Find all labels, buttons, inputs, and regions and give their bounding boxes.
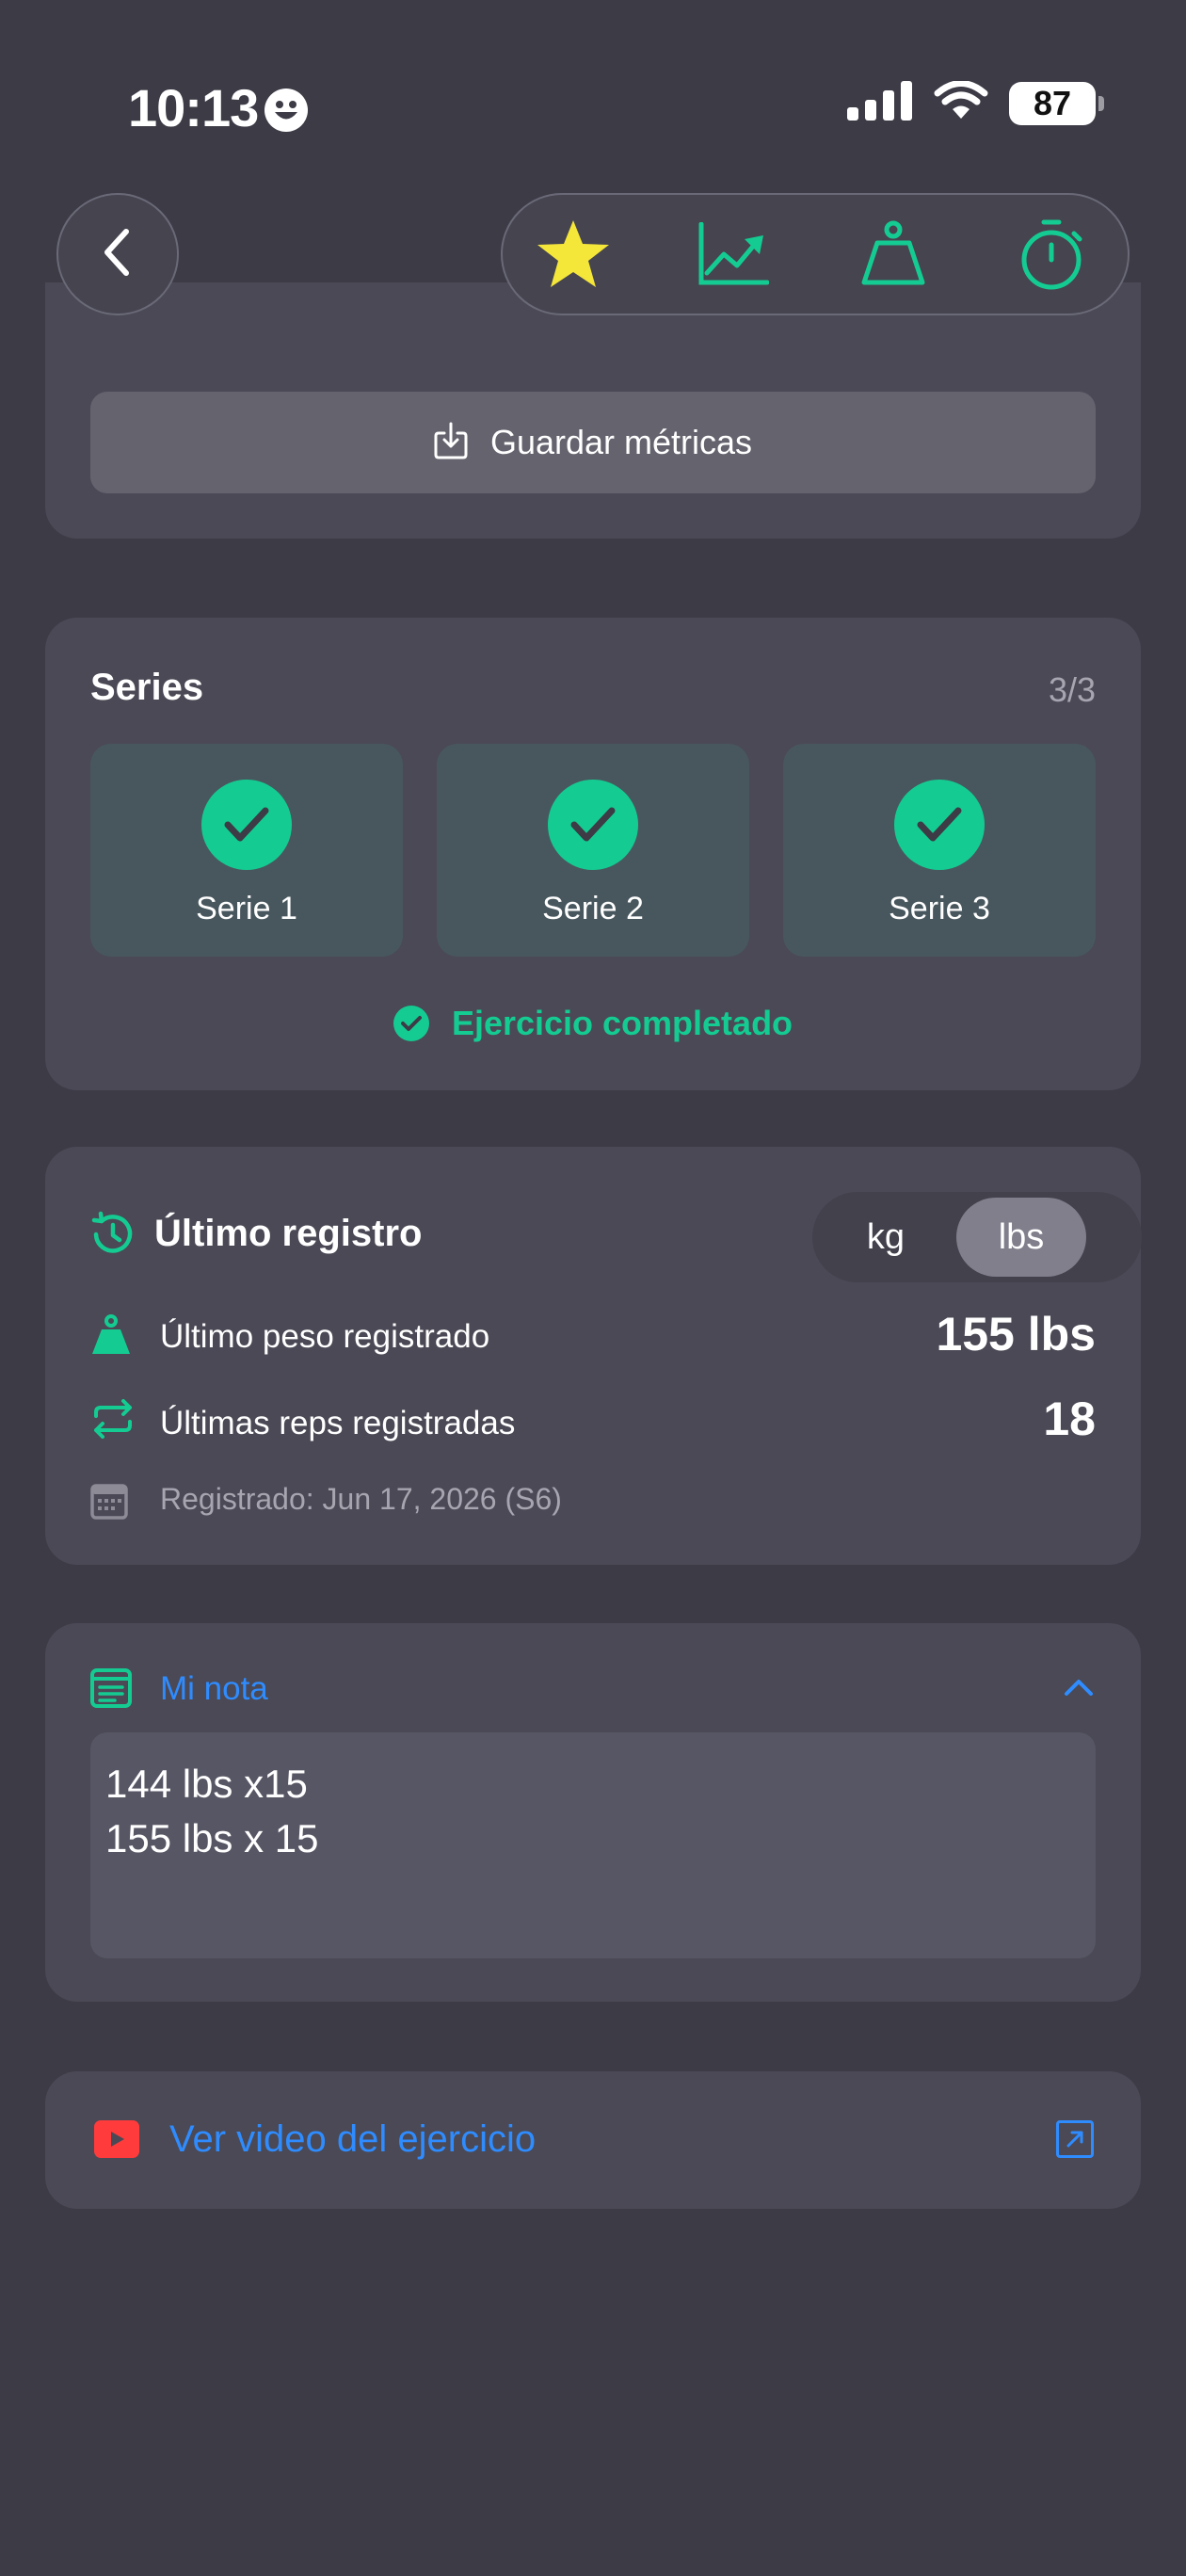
series-title: Series	[90, 667, 204, 708]
check-icon	[201, 780, 292, 870]
save-metrics-label: Guardar métricas	[489, 423, 753, 461]
last-weight-label: Último peso registrado	[160, 1318, 490, 1355]
completed-label: Ejercicio completado	[451, 1004, 793, 1042]
timer-button[interactable]	[1011, 216, 1092, 297]
favorite-button[interactable]	[533, 216, 614, 297]
series-label: Serie 3	[889, 891, 990, 926]
timer-icon	[1018, 218, 1085, 295]
note-line: 155 lbs x 15	[105, 1816, 319, 1860]
last-record-title: Último registro	[154, 1213, 423, 1254]
star-icon	[536, 218, 611, 295]
status-bar: 10:13 87	[0, 0, 1186, 188]
status-time: 10:13	[128, 78, 259, 137]
note-line: 144 lbs x15	[105, 1762, 308, 1806]
series-count: 3/3	[1048, 670, 1096, 709]
series-item-1[interactable]: Serie 1	[90, 744, 403, 957]
unit-kg-option[interactable]: kg	[812, 1192, 959, 1282]
last-reps-label: Últimas reps registradas	[160, 1405, 516, 1441]
chevron-up-icon[interactable]	[1064, 1678, 1094, 1701]
note-card: Mi nota 144 lbs x15 155 lbs x 15	[45, 1623, 1141, 2002]
note-icon	[90, 1668, 132, 1713]
series-label: Serie 1	[196, 891, 297, 926]
weight-button[interactable]	[853, 216, 934, 297]
youtube-icon	[94, 2120, 139, 2158]
series-card: Series 3/3 Serie 1 Serie 2 Serie 3 Ejerc…	[45, 618, 1141, 1090]
last-record-card: Último registro kg lbs Último peso regis…	[45, 1147, 1142, 1565]
check-icon	[894, 780, 985, 870]
battery-level: 87	[1033, 83, 1072, 122]
series-item-3[interactable]: Serie 3	[783, 744, 1096, 957]
download-icon	[434, 422, 468, 464]
exercise-video-card[interactable]: Ver video del ejercicio	[45, 2071, 1141, 2209]
history-icon	[88, 1211, 136, 1263]
wifi-icon	[934, 80, 988, 125]
external-link-icon	[1056, 2120, 1094, 2158]
weight-icon	[860, 220, 926, 293]
check-icon	[548, 780, 638, 870]
registered-date: Registrado: Jun 17, 2026 (S6)	[160, 1482, 562, 1516]
unit-lbs-option[interactable]: lbs	[956, 1198, 1086, 1277]
series-label: Serie 2	[542, 891, 644, 926]
repeat-icon	[90, 1399, 136, 1443]
weight-icon	[90, 1314, 132, 1360]
smiley-icon	[264, 89, 308, 132]
exercise-toolbar	[501, 193, 1130, 315]
calendar-icon	[90, 1482, 128, 1524]
watch-video-link[interactable]: Ver video del ejercicio	[169, 2118, 536, 2161]
note-textarea[interactable]: 144 lbs x15 155 lbs x 15	[90, 1732, 1096, 1958]
check-icon	[393, 1006, 429, 1041]
series-item-2[interactable]: Serie 2	[437, 744, 749, 957]
save-metrics-button[interactable]: Guardar métricas	[90, 392, 1096, 493]
chevron-left-icon	[102, 228, 134, 282]
note-title[interactable]: Mi nota	[160, 1670, 268, 1708]
signal-icon	[847, 81, 913, 125]
unit-toggle[interactable]: kg lbs	[812, 1192, 1142, 1282]
progress-chart-button[interactable]	[693, 216, 774, 297]
last-weight-value: 155 lbs	[936, 1308, 1096, 1360]
metrics-card: Guardar métricas	[45, 282, 1141, 539]
last-reps-value: 18	[1043, 1393, 1096, 1445]
back-button[interactable]	[56, 193, 179, 315]
chart-icon	[697, 221, 770, 291]
exercise-completed-status: Ejercicio completado	[45, 1004, 1141, 1043]
battery-indicator: 87	[1009, 81, 1104, 125]
